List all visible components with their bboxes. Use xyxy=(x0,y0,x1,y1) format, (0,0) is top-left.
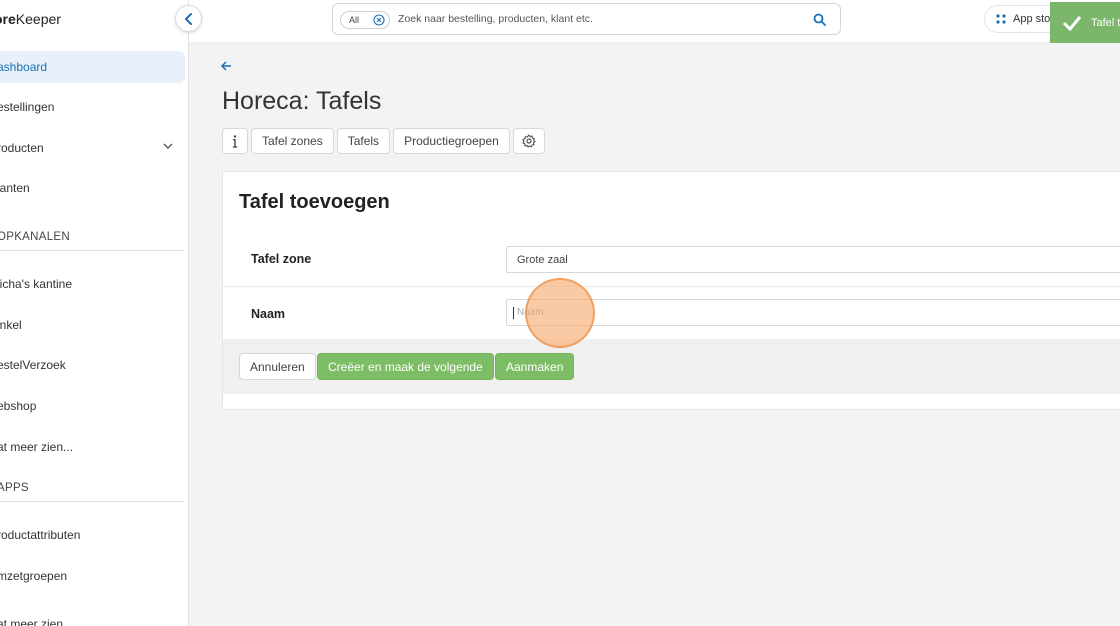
chevron-left-icon xyxy=(184,12,192,25)
create-and-next-button[interactable]: Creëer en maak de volgende xyxy=(317,353,494,380)
sidebar-item-bestellingen[interactable]: estellingen xyxy=(0,91,185,123)
tab-tafels[interactable]: Tafels xyxy=(336,128,391,154)
sidebar-item-producten[interactable]: roducten xyxy=(0,132,185,164)
page-title: Horeca: Tafels xyxy=(222,87,382,115)
sidebar-item-label: licha's kantine xyxy=(0,277,72,291)
apps-grid-icon xyxy=(996,14,1006,24)
name-input[interactable] xyxy=(517,307,1120,318)
toast-message: Tafel t xyxy=(1091,16,1120,29)
sidebar-item-app[interactable]: roductattributen xyxy=(0,519,185,551)
form-row-zone: Tafel zone Grote zaal xyxy=(223,236,1120,287)
sidebar-item-label: estellingen xyxy=(0,100,55,114)
sidebar-item-label: estelVerzoek xyxy=(0,358,66,372)
form-row-name: Naam xyxy=(223,287,1120,339)
check-icon xyxy=(1062,15,1082,31)
sidebar-item-label: at meer zien... xyxy=(0,617,74,626)
sidebar: oreKeeper ashboard estellingen roducten … xyxy=(0,0,189,626)
sidebar-collapse-button[interactable] xyxy=(175,5,202,32)
search-filter-chip[interactable]: All xyxy=(340,11,390,29)
topbar: All Zoek naar bestelling, producten, kla… xyxy=(189,0,1120,43)
sidebar-item-label: roducten xyxy=(0,141,44,155)
name-field-wrapper[interactable] xyxy=(506,299,1120,326)
sidebar-item-label: mzetgroepen xyxy=(0,569,68,583)
zone-value: Grote zaal xyxy=(517,253,568,266)
back-arrow-icon[interactable] xyxy=(220,60,233,72)
tab-info[interactable] xyxy=(222,128,248,154)
sidebar-item-label: roductattributen xyxy=(0,528,81,542)
sidebar-item-label: ashboard xyxy=(0,60,48,74)
search-icon[interactable] xyxy=(813,13,826,26)
gear-icon xyxy=(521,134,536,148)
sidebar-item-label: inkel xyxy=(0,318,22,332)
tab-tafel-zones[interactable]: Tafel zones xyxy=(251,128,334,154)
sidebar-item-show-more[interactable]: at meer zien... xyxy=(0,431,185,463)
sidebar-item-klanten[interactable]: lanten xyxy=(0,172,185,204)
sidebar-item-channel[interactable]: ebshop xyxy=(0,390,185,422)
text-caret xyxy=(513,307,514,319)
app-logo[interactable]: oreKeeper xyxy=(0,11,61,27)
zone-select[interactable]: Grote zaal xyxy=(506,246,1120,273)
sidebar-item-label: lanten xyxy=(0,181,30,195)
sidebar-item-show-more[interactable]: at meer zien... xyxy=(0,608,185,626)
sidebar-item-channel[interactable]: estelVerzoek xyxy=(0,349,185,381)
tab-settings[interactable] xyxy=(512,128,545,154)
name-label: Naam xyxy=(251,307,286,321)
success-toast: Tafel t xyxy=(1050,2,1120,43)
sidebar-item-app[interactable]: mzetgroepen xyxy=(0,560,185,592)
create-button[interactable]: Aanmaken xyxy=(495,353,575,380)
click-indicator xyxy=(525,278,595,348)
section-apps: APPS xyxy=(0,482,29,494)
info-icon xyxy=(232,134,238,148)
add-table-card: Tafel toevoegen Tafel zone Grote zaal Na… xyxy=(222,171,1120,410)
chevron-down-icon[interactable] xyxy=(163,141,173,151)
clear-filter-icon[interactable] xyxy=(373,14,385,26)
tab-productiegroepen[interactable]: Productiegroepen xyxy=(393,128,510,154)
cancel-button[interactable]: Annuleren xyxy=(239,353,316,380)
sidebar-item-label: at meer zien... xyxy=(0,440,74,454)
sidebar-item-label: ebshop xyxy=(0,399,37,413)
zone-label: Tafel zone xyxy=(251,252,312,266)
divider xyxy=(0,501,185,502)
search-input[interactable]: Zoek naar bestelling, producten, klant e… xyxy=(398,13,593,25)
section-verkoopkanalen: OPKANALEN xyxy=(0,231,71,243)
form-footer: Annuleren Creëer en maak de volgende Aan… xyxy=(223,339,1120,394)
page-tabs: Tafel zones Tafels Productiegroepen xyxy=(222,128,545,154)
divider xyxy=(0,250,185,251)
sidebar-item-dashboard[interactable]: ashboard xyxy=(0,51,185,83)
search-filter-label: All xyxy=(349,15,360,25)
sidebar-item-channel[interactable]: inkel xyxy=(0,309,185,341)
sidebar-item-channel[interactable]: licha's kantine xyxy=(0,268,185,300)
search-bar[interactable]: All Zoek naar bestelling, producten, kla… xyxy=(332,3,841,35)
form-title: Tafel toevoegen xyxy=(239,191,390,213)
